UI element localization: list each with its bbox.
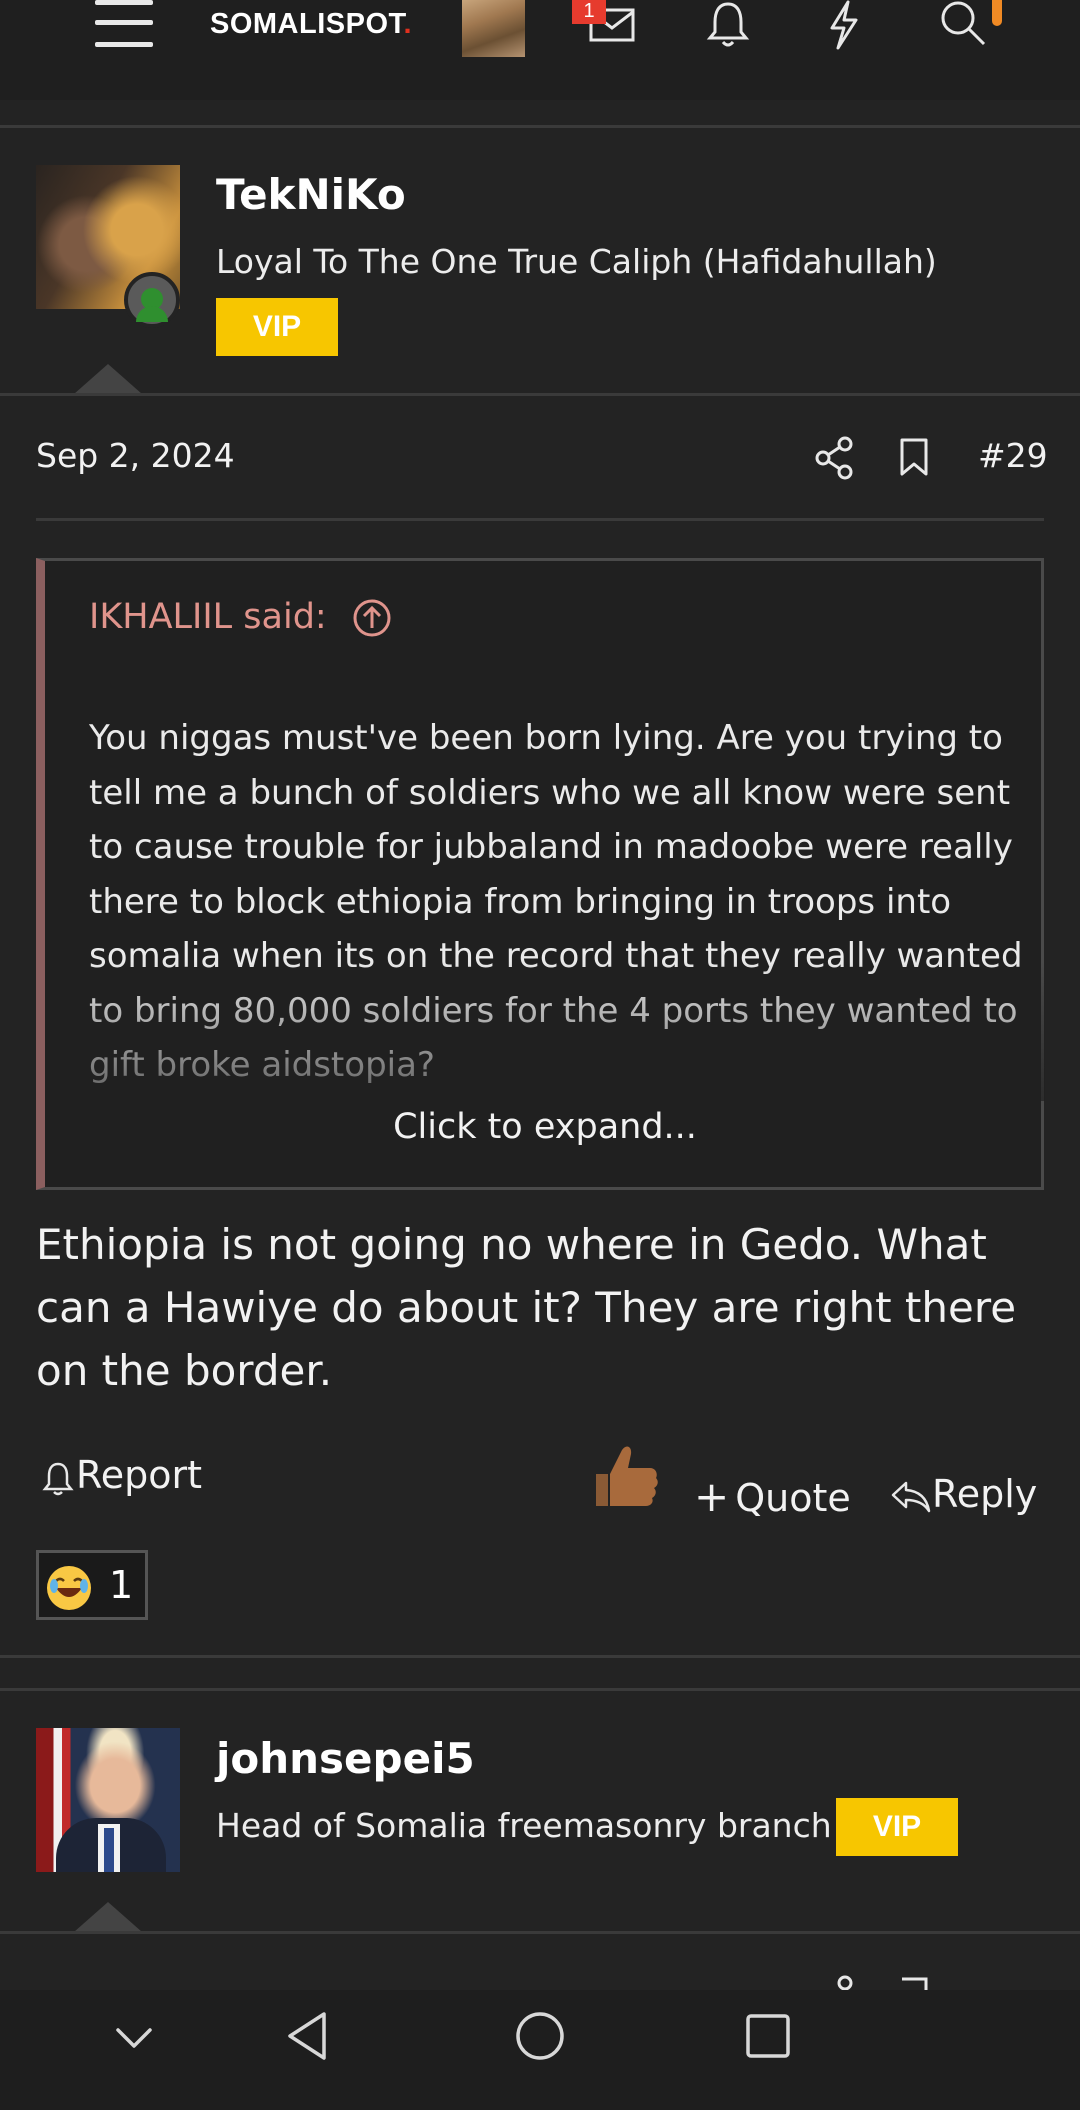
divider [0, 125, 1080, 128]
system-nav-bar [0, 1990, 1080, 2110]
reply-icon [891, 1481, 931, 1512]
post-date[interactable]: Sep 2, 2024 [36, 436, 235, 475]
home-icon[interactable] [514, 2010, 566, 2062]
vip-badge: VIP [216, 298, 338, 356]
reaction-count: 1 [109, 1563, 134, 1607]
divider [0, 1688, 1080, 1691]
recents-icon[interactable] [744, 2012, 792, 2060]
back-icon[interactable] [284, 2010, 332, 2062]
arrow-up-circle-icon[interactable] [352, 598, 392, 638]
post-pointer [74, 1902, 142, 1932]
bell-icon [42, 1462, 74, 1495]
divider [0, 1655, 1080, 1658]
bell-icon[interactable] [706, 0, 750, 50]
online-status-icon [124, 272, 180, 328]
quote-button[interactable]: + Quote [694, 1472, 851, 1521]
thumbs-up-icon[interactable] [586, 1436, 662, 1512]
username[interactable]: johnsepei5 [216, 1734, 475, 1783]
share-icon[interactable] [815, 436, 855, 480]
quote-block: IKHALIIL said: You niggas must've been b… [36, 558, 1045, 1190]
notification-badge: 1 [572, 0, 606, 24]
post-message: Ethiopia is not going no where in Gedo. … [36, 1220, 1017, 1395]
post-number[interactable]: #29 [978, 436, 1048, 475]
post-pointer [74, 364, 142, 394]
user-title: Loyal To The One True Caliph (Hafidahull… [216, 242, 937, 281]
user-title: Head of Somalia freemasonry branch [216, 1806, 832, 1845]
chevron-down-icon[interactable] [114, 2018, 154, 2058]
report-button[interactable]: Report [40, 1453, 202, 1497]
quote-author[interactable]: IKHALIIL said: [89, 597, 392, 638]
bookmark-icon[interactable] [898, 436, 930, 478]
reply-button[interactable]: Reply [890, 1472, 1037, 1516]
lightning-icon[interactable] [826, 0, 862, 50]
search-icon[interactable] [938, 0, 988, 50]
bookmark-icon [902, 1977, 928, 1990]
username[interactable]: TekNiKo [216, 170, 406, 219]
top-bar: SOMALISPOT. 1 [0, 0, 1080, 100]
site-logo[interactable]: SOMALISPOT. [210, 8, 412, 41]
divider [36, 518, 1044, 521]
share-icon [837, 1975, 853, 1990]
laughing-emoji-icon [47, 1566, 91, 1610]
user-avatar-thumbnail[interactable] [462, 0, 525, 57]
avatar[interactable] [36, 1728, 180, 1872]
next-post-row-clipped [0, 1965, 1080, 1990]
vip-badge: VIP [836, 1798, 958, 1856]
search-indicator [992, 0, 1002, 26]
click-to-expand-link[interactable]: Click to expand... [45, 1107, 1045, 1147]
quote-fade [45, 961, 1045, 1101]
reaction-summary[interactable]: 1 [36, 1550, 148, 1620]
divider [0, 393, 1080, 396]
divider [0, 1931, 1080, 1934]
